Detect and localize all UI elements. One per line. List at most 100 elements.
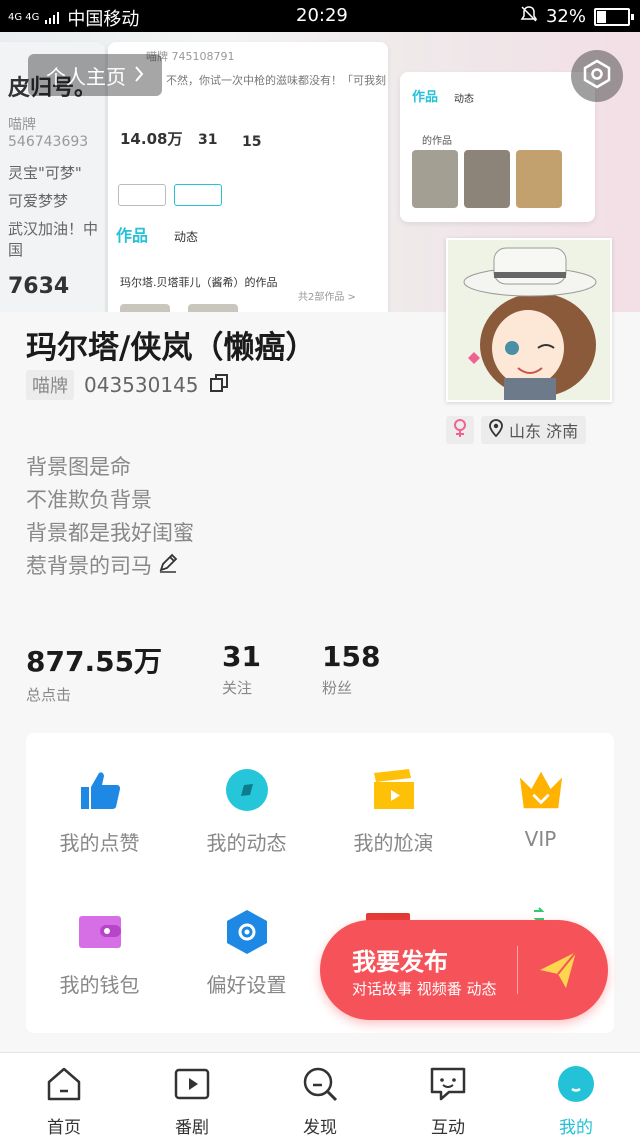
play-icon (173, 1065, 211, 1107)
battery-percent: 32% (545, 6, 586, 27)
grid-item-label: 我的尬演 (353, 831, 434, 855)
stat-value: 158 (322, 640, 381, 673)
banner-stat: 15 (242, 134, 262, 150)
publish-title: 我要发布 (352, 948, 448, 976)
banner-quote: 不然，你试一次中枪的滋味都没有！「可我刻 (166, 74, 386, 87)
clock: 20:29 (296, 5, 348, 26)
avatar[interactable] (446, 238, 612, 402)
hexagon-settings-icon (581, 58, 613, 94)
wallet-icon (77, 909, 123, 955)
banner-thumb (120, 304, 170, 312)
status-bar: 4G 4G 中国移动 20:29 32% (0, 0, 640, 32)
status-right: 32% (520, 5, 634, 28)
profile-icon (557, 1065, 595, 1107)
nav-item-mine[interactable]: 我的 (512, 1053, 640, 1139)
banner-snippet: 武汉加油！中国 (8, 220, 99, 259)
banner-tab-dynamic: 动态 (174, 230, 199, 244)
grid-item-preferences[interactable]: 偏好设置 (173, 909, 320, 998)
nav-item-anime[interactable]: 番剧 (128, 1053, 256, 1139)
banner-snippet: 灵宝"可梦" (8, 164, 82, 182)
stat-total-clicks: 877.55万 总点击 (26, 640, 162, 705)
grid-item-label: 偏好设置 (206, 973, 287, 997)
chevron-right-icon (134, 63, 144, 87)
mute-bell-icon (520, 5, 538, 28)
banner-thumb (412, 150, 458, 208)
home-icon (45, 1065, 83, 1107)
grid-item-label: 我的动态 (206, 831, 287, 855)
clapperboard-icon (371, 767, 417, 813)
grid-item-acting[interactable]: 我的尬演 (320, 767, 467, 856)
grid-item-dynamic[interactable]: 我的动态 (173, 767, 320, 856)
publish-subtitle: 对话故事 视频番 动态 (352, 980, 497, 998)
profile-id-row: 喵牌 043530145 (26, 370, 229, 400)
search-icon (301, 1065, 339, 1107)
network-indicator: 4G 4G (8, 12, 40, 23)
bio-line: 不准欺负背景 (26, 488, 152, 512)
bio-line: 背景图是命 (26, 455, 131, 479)
location-pin-icon (489, 419, 503, 441)
stat-value: 31 (222, 640, 261, 673)
grid-item-vip[interactable]: VIP (467, 767, 614, 851)
nav-item-discover[interactable]: 发现 (256, 1053, 384, 1139)
banner-fans-box (174, 184, 222, 206)
nav-label: 首页 (47, 1118, 81, 1138)
banner-tab-dynamic: 动态 (454, 94, 474, 105)
grid-item-label: 我的点赞 (59, 831, 140, 855)
grid-item-wallet[interactable]: 我的钱包 (26, 909, 173, 998)
location-tag: 山东 济南 (481, 416, 587, 444)
avatar-illustration (448, 240, 610, 400)
stat-label: 关注 (222, 679, 253, 697)
stat-label: 粉丝 (322, 679, 353, 697)
hexagon-settings-icon (224, 909, 270, 955)
location-text: 山东 济南 (509, 422, 579, 441)
gender-tag (446, 416, 474, 444)
bio-line: 背景都是我好闺蜜 (26, 521, 194, 545)
crown-icon (518, 767, 564, 813)
nav-label: 互动 (431, 1118, 465, 1138)
bottom-nav: 首页 番剧 发现 互动 我的 (0, 1052, 640, 1139)
banner-thumb (464, 150, 510, 208)
stat-fans[interactable]: 158 粉丝 (322, 640, 380, 698)
personal-page-label: 个人主页 (46, 64, 126, 89)
status-left: 4G 4G 中国移动 (8, 5, 139, 31)
bio-line-text: 惹背景的司马 (26, 554, 152, 578)
battery-icon (594, 7, 634, 26)
banner-follow-box (118, 184, 166, 206)
message-icon (429, 1065, 467, 1107)
banner-snippet: 喵牌 546743693 (8, 117, 89, 150)
banner-works-count: 共2部作品 > (298, 292, 356, 303)
banner-works-title: 玛尔塔.贝塔菲儿（酱希）的作品 (120, 276, 278, 289)
thumbs-up-icon (77, 767, 123, 813)
banner-tab-works: 作品 (412, 90, 439, 105)
signal-icon (45, 8, 61, 29)
banner-stat: 14.08万 (120, 130, 183, 148)
banner-section-label: 的作品 (422, 136, 452, 147)
nav-label: 番剧 (175, 1118, 209, 1138)
profile-id-number: 043530145 (84, 373, 199, 397)
stat-following[interactable]: 31 关注 (222, 640, 261, 698)
copy-icon[interactable] (209, 373, 229, 398)
carrier-name: 中国移动 (67, 9, 140, 30)
id-tag: 喵牌 (26, 370, 74, 400)
banner-snippet: 可爱梦梦 (8, 192, 69, 210)
stat-value: 877.55万 (26, 645, 163, 678)
personal-page-button[interactable]: 个人主页 (28, 54, 162, 96)
nav-label: 发现 (303, 1118, 337, 1138)
banner-snippet: 7634 (8, 274, 70, 299)
nav-item-interact[interactable]: 互动 (384, 1053, 512, 1139)
banner-bg-card-right: 作品 动态 的作品 (400, 72, 595, 222)
stat-label: 总点击 (26, 686, 72, 704)
profile-name: 玛尔塔/侠岚（懒癌） (26, 330, 317, 366)
banner-tab-works: 作品 (116, 226, 149, 245)
paper-plane-icon (536, 948, 580, 996)
nav-item-home[interactable]: 首页 (0, 1053, 128, 1139)
grid-item-likes[interactable]: 我的点赞 (26, 767, 173, 856)
female-icon (452, 418, 468, 442)
settings-button[interactable] (571, 50, 623, 102)
edit-pencil-icon[interactable] (158, 550, 178, 583)
publish-button[interactable]: 我要发布 对话故事 视频番 动态 (320, 920, 608, 1020)
banner-thumb (516, 150, 562, 208)
grid-item-label: VIP (524, 827, 557, 851)
profile-bio: 背景图是命 不准欺负背景 背景都是我好闺蜜 惹背景的司马 (26, 451, 194, 583)
nav-label: 我的 (559, 1118, 593, 1138)
